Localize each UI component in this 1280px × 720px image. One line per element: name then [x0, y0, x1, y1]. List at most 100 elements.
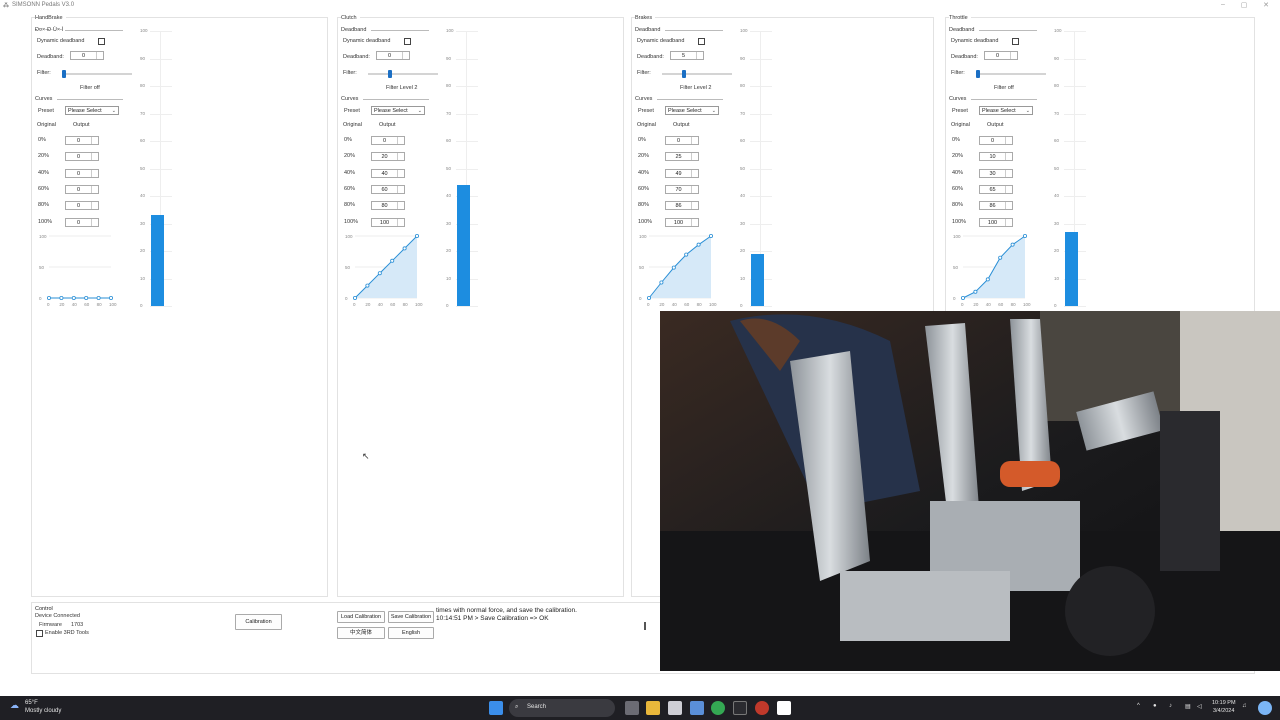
curve-chart: 100 50 00 20 40 60 80 100: [345, 233, 423, 307]
curve-point[interactable]: [973, 289, 978, 294]
obs-icon[interactable]: [755, 701, 769, 715]
curve-x-tick: 80: [403, 302, 409, 307]
log-line: 10:14:51 PM > Save Calibration => OK: [436, 615, 549, 622]
save-calibration-button[interactable]: Save Calibration: [388, 611, 434, 623]
pedal-value-bar: [1065, 231, 1078, 306]
curve-y-tick: 100: [953, 234, 961, 239]
curve-point[interactable]: [985, 277, 990, 282]
curve-point[interactable]: [352, 296, 358, 301]
curve-point[interactable]: [365, 283, 370, 288]
curve-x-tick: 80: [97, 302, 103, 307]
curve-y-tick: 0: [39, 296, 42, 301]
task-view-icon[interactable]: [625, 701, 639, 715]
scale-gridline: [1064, 168, 1086, 170]
curve-point[interactable]: [96, 296, 101, 301]
curve-point[interactable]: [46, 296, 52, 301]
scale-tick-label: 80: [1054, 83, 1060, 88]
curve-point[interactable]: [377, 271, 382, 276]
curve-point[interactable]: [1023, 233, 1028, 239]
curve-x-tick: 20: [365, 302, 371, 307]
scale-gridline: [456, 113, 478, 115]
scale-tick-label: 0: [740, 303, 743, 308]
start-icon[interactable]: [489, 701, 503, 715]
pedal-panel: Clutch Deadband Dynamic deadband Deadband: 0…: [337, 15, 624, 597]
curve-x-tick: 20: [59, 302, 65, 307]
enable-3rd-tools-checkbox[interactable]: [36, 630, 43, 637]
close-button[interactable]: ✕: [1256, 1, 1276, 9]
curve-point[interactable]: [684, 252, 689, 257]
curve-point[interactable]: [696, 242, 701, 247]
curve-point[interactable]: [71, 296, 76, 301]
tray-app-icon[interactable]: ●: [1153, 703, 1157, 709]
clock-time[interactable]: 10:19 PM: [1212, 700, 1236, 706]
curve-x-tick: 80: [697, 302, 703, 307]
scale-gridline: [750, 223, 772, 225]
scale-tick-label: 70: [1054, 110, 1060, 116]
curve-point[interactable]: [671, 265, 676, 270]
scale-gridline: [1064, 141, 1086, 142]
curve-x-tick: 100: [109, 302, 117, 307]
scale-gridline: [750, 251, 772, 252]
scale-tick-label: 90: [1054, 55, 1060, 61]
file-explorer-icon[interactable]: [646, 701, 660, 715]
store-icon[interactable]: [690, 701, 704, 715]
scale-gridline: [750, 86, 772, 87]
scale-gridline: [456, 168, 478, 170]
app-icon-1[interactable]: [733, 701, 747, 715]
minimize-button[interactable]: –: [1213, 1, 1233, 8]
tray-chevron-icon[interactable]: ^: [1137, 703, 1140, 709]
scale-tick-label: 100: [140, 28, 148, 33]
curve-point[interactable]: [1010, 242, 1015, 247]
curve-point[interactable]: [415, 233, 420, 239]
curve-y-tick: 50: [345, 265, 351, 270]
load-calibration-button[interactable]: Load Calibration: [337, 611, 385, 623]
curve-point[interactable]: [402, 246, 407, 251]
pedal-value-bar: [751, 253, 764, 306]
scale-tick-label: 90: [140, 55, 146, 61]
calibration-button[interactable]: Calibration: [235, 614, 282, 630]
weather-text: Mostly cloudy: [25, 708, 62, 714]
curve-x-tick: 60: [684, 302, 690, 307]
curve-y-tick: 0: [345, 296, 348, 301]
simsonn-app-icon[interactable]: [777, 701, 791, 715]
maximize-button[interactable]: ▢: [1234, 1, 1254, 9]
scale-gridline: [1064, 196, 1086, 197]
curve-point[interactable]: [646, 296, 652, 301]
microphone-icon[interactable]: ♪: [1169, 703, 1172, 709]
scale-tick-label: 10: [446, 275, 452, 281]
curve-point[interactable]: [659, 280, 664, 285]
weather-temp: 65°F: [25, 700, 38, 706]
notepad-icon[interactable]: [668, 701, 682, 715]
curve-chart: 100 50 00 20 40 60 80 100: [39, 234, 117, 307]
chinese-language-button[interactable]: 中文简体: [337, 627, 385, 639]
curve-x-tick: 0: [961, 302, 964, 307]
weather-icon[interactable]: ☁: [10, 700, 19, 711]
english-language-button[interactable]: English: [388, 627, 434, 639]
volume-icon[interactable]: ◁: [1197, 703, 1202, 710]
curve-chart-wrapper: 100 50 0 0 20 40 60 80 100: [32, 18, 132, 318]
curve-point[interactable]: [998, 255, 1003, 260]
curve-chart-wrapper: 100 50 0 0 20 40 60 80 100: [946, 18, 1046, 318]
curve-x-tick: 40: [72, 302, 78, 307]
curve-point[interactable]: [109, 296, 114, 301]
search-box[interactable]: ⌕ Search: [509, 699, 615, 717]
scale-gridline: [150, 196, 172, 197]
curve-point[interactable]: [960, 296, 966, 301]
scale-gridline: [150, 306, 172, 307]
scale-tick-label: 70: [446, 110, 452, 116]
curve-point[interactable]: [84, 296, 89, 301]
curve-point[interactable]: [390, 258, 395, 263]
search-icon: ⌕: [515, 704, 519, 710]
scale-tick-label: 50: [1054, 165, 1060, 171]
chrome-icon[interactable]: [711, 701, 725, 715]
copilot-icon[interactable]: [1258, 701, 1272, 715]
scale-tick-label: 40: [740, 193, 746, 198]
curve-point[interactable]: [709, 233, 714, 239]
notification-icon[interactable]: ♫: [1242, 703, 1247, 709]
log-scrollbar[interactable]: [644, 622, 646, 630]
scale-tick-label: 0: [446, 303, 449, 308]
curve-point[interactable]: [59, 296, 64, 301]
clock-date[interactable]: 3/4/2024: [1213, 708, 1234, 714]
scale-gridline: [150, 113, 172, 115]
network-icon[interactable]: ▤: [1185, 703, 1191, 710]
